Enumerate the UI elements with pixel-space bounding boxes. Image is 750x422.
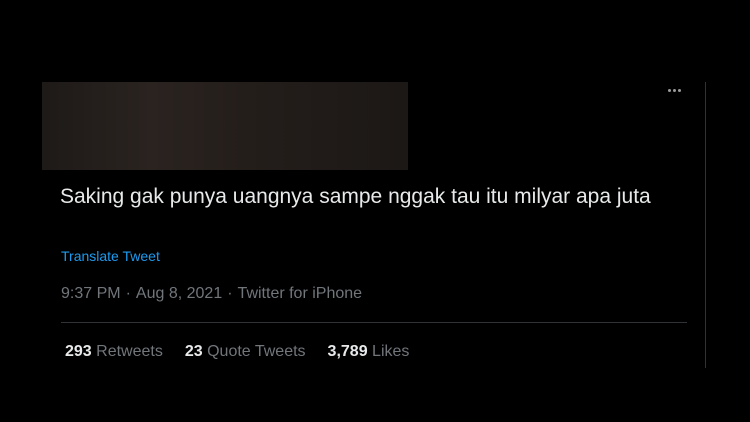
divider bbox=[61, 322, 687, 323]
redacted-author-header bbox=[42, 82, 408, 170]
translate-tweet-link[interactable]: Translate Tweet bbox=[61, 248, 160, 264]
quote-tweets-count: 23 bbox=[184, 343, 203, 360]
retweets-label: Retweets bbox=[96, 343, 163, 360]
tweet-detail: Saking gak punya uangnya sampe nggak tau… bbox=[42, 82, 706, 368]
likes-stat[interactable]: 3,789 Likes bbox=[328, 343, 410, 361]
tweet-stats: 293 Retweets 23 Quote Tweets 3,789 Likes bbox=[65, 343, 409, 361]
quote-tweets-label: Quote Tweets bbox=[207, 343, 306, 360]
tweet-source-link[interactable]: Twitter for iPhone bbox=[238, 285, 363, 303]
meta-separator: · bbox=[227, 285, 233, 302]
tweet-metadata: 9:37 PM · Aug 8, 2021 · Twitter for iPho… bbox=[61, 285, 362, 303]
likes-label: Likes bbox=[372, 343, 410, 360]
timeline-border bbox=[705, 82, 706, 368]
meta-separator: · bbox=[125, 285, 131, 302]
retweets-count: 293 bbox=[65, 343, 92, 360]
more-horizontal-icon bbox=[667, 88, 681, 92]
tweet-text: Saking gak punya uangnya sampe nggak tau… bbox=[60, 185, 651, 208]
likes-count: 3,789 bbox=[327, 343, 368, 360]
quote-tweets-stat[interactable]: 23 Quote Tweets bbox=[185, 343, 306, 361]
tweet-date[interactable]: Aug 8, 2021 bbox=[136, 285, 222, 303]
more-options-button[interactable] bbox=[664, 82, 684, 98]
tweet-time[interactable]: 9:37 PM bbox=[61, 285, 121, 303]
retweets-stat[interactable]: 293 Retweets bbox=[65, 343, 163, 361]
